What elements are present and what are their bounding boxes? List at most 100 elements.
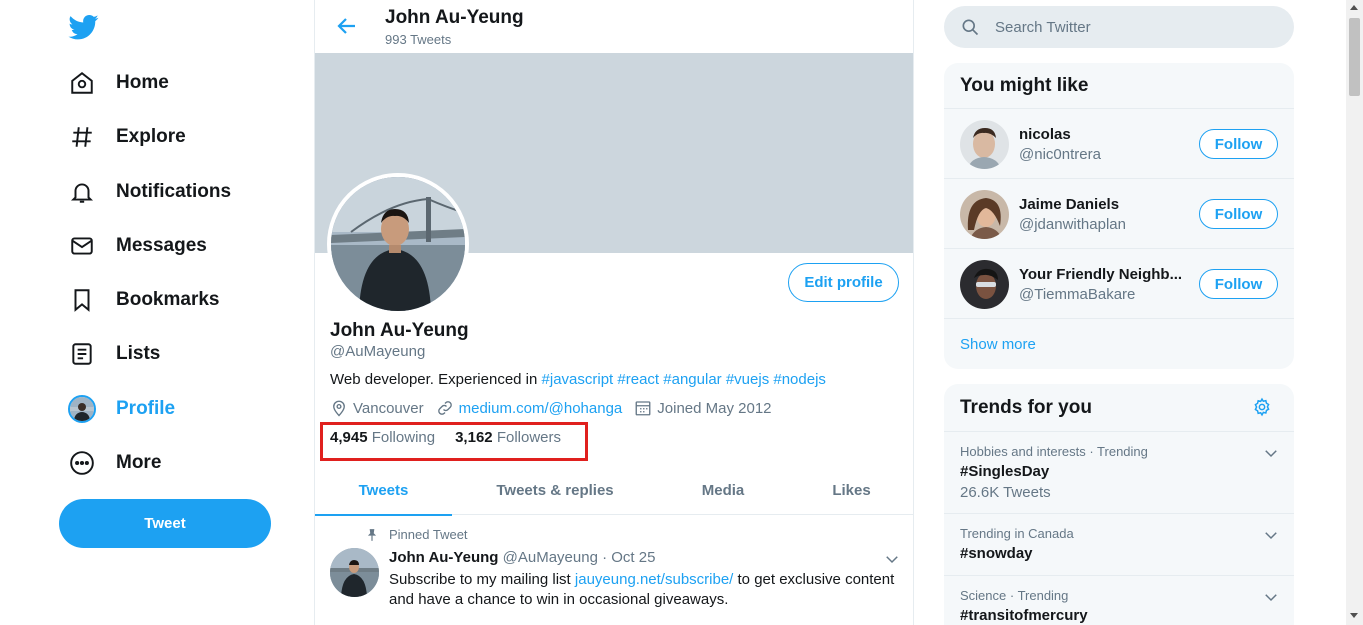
tab-tweets[interactable]: Tweets xyxy=(315,465,452,516)
nav-notifications[interactable]: Notifications xyxy=(68,175,231,209)
twitter-logo-icon[interactable] xyxy=(68,12,100,42)
sidebar-nav: Home Explore Notifications Messages Book… xyxy=(0,0,315,625)
show-more-link[interactable]: Show more xyxy=(944,319,1294,369)
nav-home[interactable]: Home xyxy=(68,66,169,100)
suggested-user[interactable]: nicolas @nic0ntrera Follow xyxy=(944,109,1294,179)
suggested-user[interactable]: Jaime Daniels @jdanwithaplan Follow xyxy=(944,179,1294,249)
profile-joined: Joined May 2012 xyxy=(634,399,772,417)
search-icon xyxy=(962,19,979,36)
bio-hashtag-react[interactable]: #react xyxy=(617,371,659,388)
nav-profile[interactable]: Profile xyxy=(68,392,175,426)
bell-icon xyxy=(68,178,96,206)
nav-home-label: Home xyxy=(116,72,169,93)
highlight-box xyxy=(320,422,588,461)
nav-messages[interactable]: Messages xyxy=(68,229,207,263)
profile-tabs: Tweets Tweets & replies Media Likes xyxy=(315,465,913,516)
suggested-user-handle: @TiemmaBakare xyxy=(1019,286,1136,303)
profile-header-bar: John Au-Yeung 993 Tweets xyxy=(315,0,913,53)
nav-more[interactable]: More xyxy=(68,446,161,480)
tweet-text: Subscribe to my mailing list jauyeung.ne… xyxy=(389,570,904,610)
scrollbar-thumb[interactable] xyxy=(1349,18,1360,96)
nav-lists[interactable]: Lists xyxy=(68,337,160,371)
trend-name: #SinglesDay xyxy=(960,463,1050,480)
chevron-down-icon[interactable] xyxy=(1262,588,1280,606)
location-pin-icon xyxy=(333,400,345,417)
bio-hashtag-vuejs[interactable]: #vuejs xyxy=(726,371,769,388)
bio-text: Web developer. Experienced in xyxy=(330,371,538,388)
profile-column: John Au-Yeung 993 Tweets Edit profile Jo… xyxy=(314,0,914,625)
suggested-user-name[interactable]: Your Friendly Neighb... xyxy=(1019,266,1182,283)
profile-meta: Vancouver medium.com/@hohanga Joined May… xyxy=(330,399,784,417)
suggested-user-name[interactable]: Jaime Daniels xyxy=(1019,196,1119,213)
trends-title: Trends for you xyxy=(944,384,1294,432)
suggested-user-handle: @jdanwithaplan xyxy=(1019,216,1126,233)
profile-avatar[interactable] xyxy=(327,173,469,315)
chevron-down-icon[interactable] xyxy=(1262,526,1280,544)
profile-avatar-icon xyxy=(68,395,96,423)
trend-item[interactable]: Hobbies and interests · Trending #Single… xyxy=(944,432,1294,514)
follow-button[interactable]: Follow xyxy=(1199,199,1278,229)
avatar[interactable] xyxy=(960,190,1009,239)
bio-hashtag-javascript[interactable]: #javascript xyxy=(542,371,614,388)
trends-panel: Trends for you Hobbies and interests · T… xyxy=(944,384,1294,625)
location-text: Vancouver xyxy=(353,399,424,417)
nav-explore-label: Explore xyxy=(116,126,186,147)
header-name: John Au-Yeung xyxy=(385,7,524,28)
gear-icon[interactable] xyxy=(1252,397,1272,417)
avatar[interactable] xyxy=(960,260,1009,309)
nav-bookmarks-label: Bookmarks xyxy=(116,289,220,310)
who-to-follow-title: You might like xyxy=(944,63,1294,109)
suggested-user-name[interactable]: nicolas xyxy=(1019,126,1071,143)
tweet-date[interactable]: Oct 25 xyxy=(611,549,655,566)
nav-bookmarks[interactable]: Bookmarks xyxy=(68,283,220,317)
back-arrow-icon[interactable] xyxy=(335,14,359,38)
edit-profile-button[interactable]: Edit profile xyxy=(788,263,899,302)
link-icon xyxy=(437,401,452,415)
follow-button[interactable]: Follow xyxy=(1199,269,1278,299)
tweet-author-name[interactable]: John Au-Yeung xyxy=(389,549,498,566)
profile-handle: @AuMayeung xyxy=(330,343,426,360)
trend-count: 26.6K Tweets xyxy=(960,484,1051,501)
page-scrollbar[interactable] xyxy=(1346,0,1363,625)
avatar[interactable] xyxy=(960,120,1009,169)
tweet-author-handle[interactable]: @AuMayeung xyxy=(503,549,598,566)
chevron-down-icon[interactable] xyxy=(883,550,901,568)
pinned-label-text: Pinned Tweet xyxy=(389,527,468,542)
scroll-down-arrow-icon[interactable] xyxy=(1350,613,1358,618)
nav-explore[interactable]: Explore xyxy=(68,120,186,154)
nav-lists-label: Lists xyxy=(116,343,161,364)
joined-text: Joined May 2012 xyxy=(657,399,772,417)
tab-tweets-replies[interactable]: Tweets & replies xyxy=(452,465,658,515)
trend-category: Science · Trending xyxy=(960,588,1069,603)
follow-button[interactable]: Follow xyxy=(1199,129,1278,159)
bio-hashtag-nodejs[interactable]: #nodejs xyxy=(773,371,826,388)
profile-bio: Web developer. Experienced in #javascrip… xyxy=(330,371,826,388)
tab-likes[interactable]: Likes xyxy=(788,465,913,515)
search-input[interactable]: Search Twitter xyxy=(944,6,1294,48)
nav-more-label: More xyxy=(116,452,162,473)
chevron-down-icon[interactable] xyxy=(1262,444,1280,462)
trend-item[interactable]: Trending in Canada #snowday xyxy=(944,514,1294,576)
trends-title-text: Trends for you xyxy=(960,396,1092,418)
nav-messages-label: Messages xyxy=(116,235,207,256)
hashtag-icon xyxy=(68,123,96,151)
profile-website: medium.com/@hohanga xyxy=(436,399,623,417)
scroll-up-arrow-icon[interactable] xyxy=(1350,5,1358,10)
tweet-author-avatar[interactable] xyxy=(330,548,379,597)
right-sidebar: Search Twitter You might like nicolas @n… xyxy=(944,0,1294,625)
tweet-separator: · xyxy=(602,549,608,566)
tweet-header: John Au-Yeung @AuMayeung · Oct 25 xyxy=(389,549,655,566)
trend-category: Hobbies and interests · Trending xyxy=(960,444,1148,459)
tweet-button[interactable]: Tweet xyxy=(59,499,271,548)
tweet-text-before: Subscribe to my mailing list xyxy=(389,571,571,588)
profile-location: Vancouver xyxy=(330,399,424,417)
tweet-link[interactable]: jauyeung.net/subscribe/ xyxy=(575,571,733,588)
trend-item[interactable]: Science · Trending #transitofmercury xyxy=(944,576,1294,625)
bio-hashtag-angular[interactable]: #angular xyxy=(663,371,721,388)
nav-notifications-label: Notifications xyxy=(116,181,232,202)
header-tweet-count: 993 Tweets xyxy=(385,32,452,47)
suggested-user[interactable]: Your Friendly Neighb... @TiemmaBakare Fo… xyxy=(944,249,1294,319)
more-icon xyxy=(68,449,96,477)
website-link[interactable]: medium.com/@hohanga xyxy=(459,400,623,417)
tab-media[interactable]: Media xyxy=(658,465,788,515)
